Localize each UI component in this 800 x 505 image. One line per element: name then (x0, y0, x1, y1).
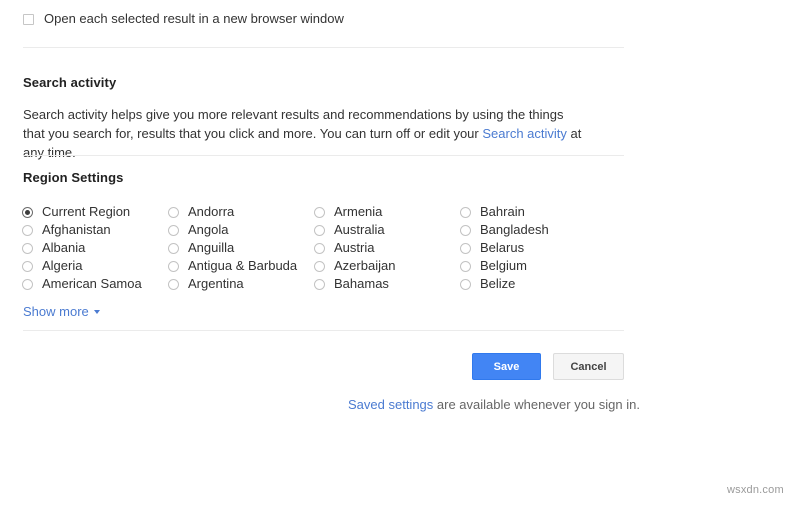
region-radio[interactable] (314, 242, 325, 254)
region-radio[interactable] (168, 206, 179, 218)
region-column-1: Current Region Afghanistan Albania Algeria A… (22, 203, 168, 293)
region-settings-heading: Region Settings (23, 170, 124, 185)
region-option-row[interactable]: Armenia (314, 203, 460, 221)
search-activity-link[interactable]: Search activity (482, 126, 567, 141)
region-option-label: Current Region (42, 204, 131, 219)
region-option-row[interactable]: Azerbaijan (314, 257, 460, 275)
region-radio[interactable] (314, 278, 325, 290)
region-radio[interactable] (22, 242, 33, 254)
action-button-row: Save Cancel (472, 353, 624, 380)
region-radio-selected[interactable] (22, 206, 33, 218)
region-column-4: Bahrain Bangladesh Belarus Belgium Belize (460, 203, 606, 293)
search-activity-description: Search activity helps give you more rele… (23, 105, 588, 162)
region-radio[interactable] (22, 260, 33, 272)
region-option-row[interactable]: Argentina (168, 275, 314, 293)
divider-bottom (23, 330, 624, 331)
region-option-row[interactable]: American Samoa (22, 275, 168, 293)
region-option-label: Algeria (42, 258, 83, 273)
region-option-row[interactable]: Austria (314, 239, 460, 257)
region-option-row[interactable]: Belize (460, 275, 606, 293)
settings-page: Open each selected result in a new brows… (0, 0, 800, 505)
region-option-label: Anguilla (188, 240, 235, 255)
region-option-label: Afghanistan (42, 222, 111, 237)
region-column-2: Andorra Angola Anguilla Antigua & Barbuda Ar… (168, 203, 314, 293)
divider-middle (23, 155, 624, 156)
region-radio[interactable] (22, 224, 33, 236)
region-radio[interactable] (460, 242, 471, 254)
region-option-row[interactable]: Australia (314, 221, 460, 239)
new-window-checkbox-label: Open each selected result in a new brows… (44, 11, 344, 26)
region-radio[interactable] (314, 224, 325, 236)
region-option-label: Argentina (188, 276, 244, 291)
region-option-row[interactable]: Belarus (460, 239, 606, 257)
region-option-label: Albania (42, 240, 86, 255)
region-option-row[interactable]: Antigua & Barbuda (168, 257, 314, 275)
region-radio[interactable] (314, 206, 325, 218)
region-option-label: Azerbaijan (334, 258, 396, 273)
region-radio[interactable] (22, 278, 33, 290)
region-option-label: Angola (188, 222, 229, 237)
region-radio[interactable] (168, 260, 179, 272)
region-option-row[interactable]: Bahrain (460, 203, 606, 221)
save-button[interactable]: Save (472, 353, 541, 380)
region-option-label: Antigua & Barbuda (188, 258, 298, 273)
region-option-label: Belize (480, 276, 516, 291)
region-option-row[interactable]: Angola (168, 221, 314, 239)
region-option-row[interactable]: Current Region (22, 203, 168, 221)
region-option-row[interactable]: Anguilla (168, 239, 314, 257)
region-option-row[interactable]: Albania (22, 239, 168, 257)
region-option-row[interactable]: Belgium (460, 257, 606, 275)
region-option-label: Belgium (480, 258, 527, 273)
region-option-row[interactable]: Bangladesh (460, 221, 606, 239)
region-option-label: American Samoa (42, 276, 142, 291)
show-more-button[interactable]: Show more (23, 304, 100, 319)
region-radio[interactable] (460, 278, 471, 290)
watermark: wsxdn.com (727, 484, 784, 496)
region-radio[interactable] (460, 206, 471, 218)
region-option-label: Australia (334, 222, 385, 237)
region-option-row[interactable]: Andorra (168, 203, 314, 221)
divider-top (23, 47, 624, 48)
region-radio[interactable] (168, 242, 179, 254)
region-radio[interactable] (168, 224, 179, 236)
region-radio[interactable] (314, 260, 325, 272)
region-radio[interactable] (460, 260, 471, 272)
saved-settings-note: Saved settings are available whenever yo… (348, 397, 640, 413)
region-option-label: Bahamas (334, 276, 389, 291)
chevron-down-icon (93, 309, 100, 314)
show-more-label: Show more (23, 304, 89, 319)
saved-settings-link[interactable]: Saved settings (348, 397, 433, 412)
search-activity-heading: Search activity (23, 75, 117, 90)
region-radio[interactable] (460, 224, 471, 236)
region-option-label: Andorra (188, 204, 235, 219)
region-column-3: Armenia Australia Austria Azerbaijan Bahamas (314, 203, 460, 293)
region-option-row[interactable]: Bahamas (314, 275, 460, 293)
region-option-label: Austria (334, 240, 375, 255)
region-option-label: Bahrain (480, 204, 525, 219)
region-option-row[interactable]: Afghanistan (22, 221, 168, 239)
region-radio-group: Current Region Afghanistan Albania Algeria A… (22, 203, 632, 293)
region-option-row[interactable]: Algeria (22, 257, 168, 275)
region-option-label: Belarus (480, 240, 525, 255)
region-option-label: Armenia (334, 204, 383, 219)
region-radio[interactable] (168, 278, 179, 290)
saved-settings-rest: are available whenever you sign in. (433, 397, 640, 412)
cancel-button[interactable]: Cancel (553, 353, 624, 380)
new-window-option-row[interactable]: Open each selected result in a new brows… (23, 11, 344, 27)
new-window-checkbox[interactable] (23, 13, 34, 25)
region-option-label: Bangladesh (480, 222, 549, 237)
